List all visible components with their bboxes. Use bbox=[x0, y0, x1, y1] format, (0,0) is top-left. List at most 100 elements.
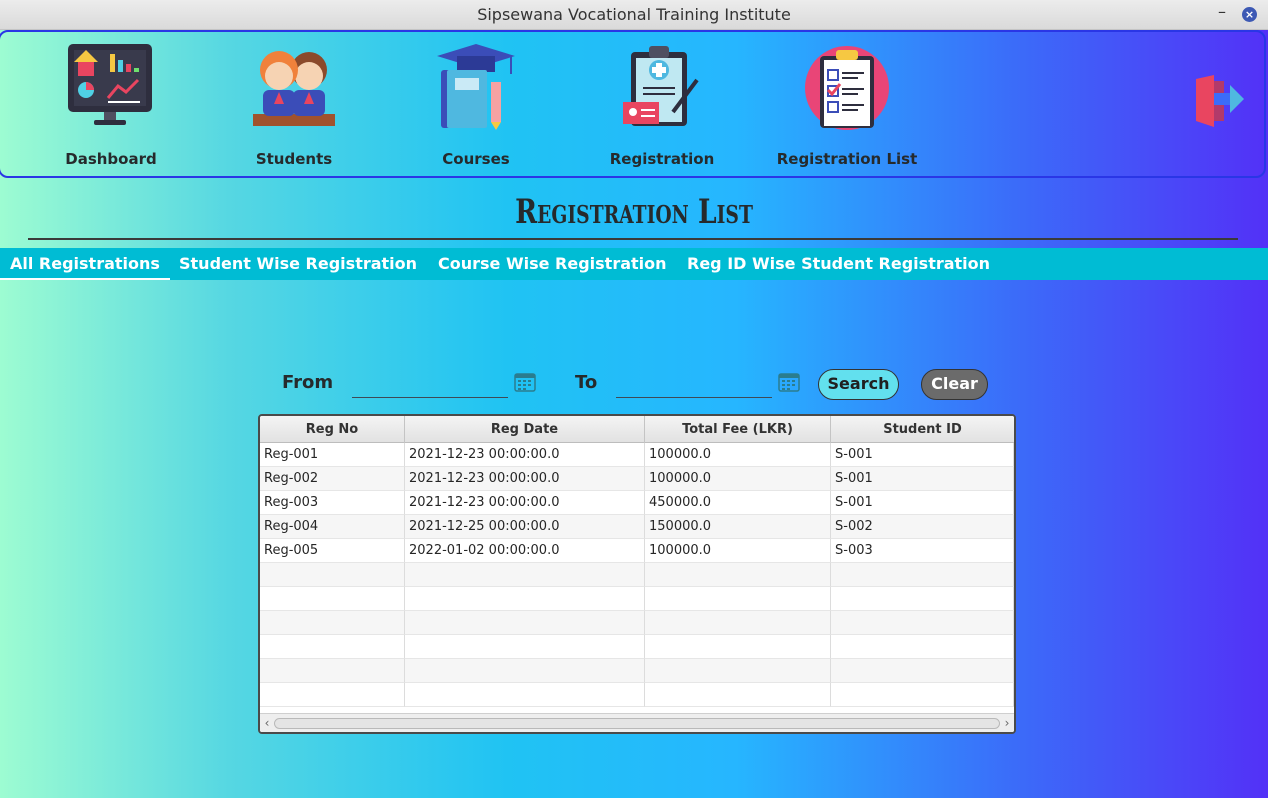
table-cell[interactable] bbox=[260, 635, 405, 659]
table-cell[interactable] bbox=[645, 611, 831, 635]
nav-students[interactable]: Students bbox=[214, 42, 374, 168]
registrations-table: Reg No Reg Date Total Fee (LKR) Student … bbox=[258, 414, 1016, 734]
to-label: To bbox=[575, 372, 598, 393]
table-cell[interactable]: 150000.0 bbox=[645, 515, 831, 539]
logout-door-icon[interactable] bbox=[1190, 75, 1246, 127]
title-bar: Sipsewana Vocational Training Institute … bbox=[0, 0, 1268, 30]
column-header-student-id[interactable]: Student ID bbox=[831, 416, 1014, 443]
table-cell[interactable]: 2021-12-23 00:00:00.0 bbox=[405, 467, 645, 491]
table-cell[interactable] bbox=[405, 587, 645, 611]
table-cell[interactable]: S-001 bbox=[831, 443, 1014, 467]
table-row[interactable] bbox=[260, 611, 1014, 635]
table-cell[interactable] bbox=[260, 659, 405, 683]
from-date-input[interactable] bbox=[352, 370, 508, 398]
minimize-button[interactable]: – bbox=[1215, 2, 1229, 21]
nav-registration[interactable]: Registration bbox=[582, 42, 742, 168]
table-cell[interactable] bbox=[831, 683, 1014, 707]
table-cell[interactable] bbox=[405, 683, 645, 707]
nav-students-label: Students bbox=[255, 150, 333, 168]
table-cell[interactable]: Reg-001 bbox=[260, 443, 405, 467]
scrollbar-thumb[interactable] bbox=[274, 718, 1000, 729]
table-cell[interactable]: S-001 bbox=[831, 467, 1014, 491]
table-cell[interactable] bbox=[831, 659, 1014, 683]
column-header-total-fee[interactable]: Total Fee (LKR) bbox=[645, 416, 831, 443]
table-cell[interactable]: 2021-12-23 00:00:00.0 bbox=[405, 443, 645, 467]
table-cell[interactable] bbox=[260, 563, 405, 587]
table-cell[interactable]: Reg-004 bbox=[260, 515, 405, 539]
tab-all-registrations[interactable]: All Registrations bbox=[0, 248, 170, 280]
table-cell[interactable] bbox=[405, 659, 645, 683]
table-cell[interactable]: 2021-12-25 00:00:00.0 bbox=[405, 515, 645, 539]
close-button[interactable]: × bbox=[1242, 7, 1257, 22]
table-body: Reg-001 2021-12-23 00:00:00.0 100000.0 S-00… bbox=[260, 443, 1014, 713]
table-cell[interactable] bbox=[405, 611, 645, 635]
tab-course-wise-registration[interactable]: Course Wise Registration bbox=[428, 248, 677, 280]
table-cell[interactable] bbox=[645, 659, 831, 683]
table-row[interactable] bbox=[260, 659, 1014, 683]
table-cell[interactable] bbox=[260, 587, 405, 611]
column-header-reg-date[interactable]: Reg Date bbox=[405, 416, 645, 443]
table-cell[interactable]: S-001 bbox=[831, 491, 1014, 515]
table-cell[interactable] bbox=[260, 683, 405, 707]
table-row[interactable]: Reg-003 2021-12-23 00:00:00.0 450000.0 S-00… bbox=[260, 491, 1014, 515]
calendar-icon[interactable] bbox=[514, 372, 536, 392]
window-title: Sipsewana Vocational Training Institute bbox=[477, 5, 791, 24]
nav-registration-list[interactable]: Registration List bbox=[767, 42, 927, 168]
table-cell[interactable]: S-002 bbox=[831, 515, 1014, 539]
nav-panel: Dashboard Students Courses Registration … bbox=[0, 30, 1266, 178]
table-cell[interactable]: 450000.0 bbox=[645, 491, 831, 515]
table-cell[interactable]: 100000.0 bbox=[645, 467, 831, 491]
column-header-reg-no[interactable]: Reg No bbox=[260, 416, 405, 443]
table-cell[interactable]: 2021-12-23 00:00:00.0 bbox=[405, 491, 645, 515]
scroll-left-arrow-icon[interactable]: ‹ bbox=[260, 715, 274, 731]
table-cell[interactable] bbox=[645, 635, 831, 659]
nav-dashboard[interactable]: Dashboard bbox=[31, 42, 191, 168]
table-row[interactable]: Reg-005 2022-01-02 00:00:00.0 100000.0 S-00… bbox=[260, 539, 1014, 563]
table-row[interactable]: Reg-002 2021-12-23 00:00:00.0 100000.0 S-00… bbox=[260, 467, 1014, 491]
search-button[interactable]: Search bbox=[818, 369, 899, 400]
calendar-icon[interactable] bbox=[778, 372, 800, 392]
dashboard-monitor-icon bbox=[68, 44, 152, 125]
clear-button[interactable]: Clear bbox=[921, 369, 988, 400]
table-cell[interactable] bbox=[260, 611, 405, 635]
table-row[interactable] bbox=[260, 683, 1014, 707]
table-cell[interactable] bbox=[645, 587, 831, 611]
table-cell[interactable] bbox=[831, 611, 1014, 635]
page-title: Registration List bbox=[515, 192, 753, 232]
table-row[interactable]: Reg-004 2021-12-25 00:00:00.0 150000.0 S-00… bbox=[260, 515, 1014, 539]
nav-courses-label: Courses bbox=[442, 150, 510, 168]
table-cell[interactable] bbox=[645, 563, 831, 587]
table-cell[interactable] bbox=[645, 683, 831, 707]
registration-clipboard-icon bbox=[623, 46, 699, 126]
table-cell[interactable] bbox=[831, 587, 1014, 611]
table-cell[interactable]: Reg-002 bbox=[260, 467, 405, 491]
registration-list-icon bbox=[805, 46, 889, 130]
nav-courses[interactable]: Courses bbox=[396, 42, 556, 168]
tab-student-wise-registration[interactable]: Student Wise Registration bbox=[169, 248, 427, 280]
table-cell[interactable]: S-003 bbox=[831, 539, 1014, 563]
tab-reg-id-wise-student-registration[interactable]: Reg ID Wise Student Registration bbox=[677, 248, 1000, 280]
table-cell[interactable] bbox=[405, 635, 645, 659]
table-cell[interactable] bbox=[831, 635, 1014, 659]
table-cell[interactable]: 100000.0 bbox=[645, 443, 831, 467]
courses-book-icon bbox=[437, 44, 515, 130]
students-icon bbox=[253, 51, 335, 126]
table-row[interactable]: Reg-001 2021-12-23 00:00:00.0 100000.0 S-00… bbox=[260, 443, 1014, 467]
table-cell[interactable]: Reg-003 bbox=[260, 491, 405, 515]
nav-registration-label: Registration bbox=[609, 150, 715, 168]
nav-dashboard-label: Dashboard bbox=[65, 150, 157, 168]
tab-bar: All Registrations Student Wise Registrat… bbox=[0, 248, 1268, 280]
table-cell[interactable]: 100000.0 bbox=[645, 539, 831, 563]
table-cell[interactable] bbox=[405, 563, 645, 587]
from-label: From bbox=[282, 372, 334, 393]
table-cell[interactable]: 2022-01-02 00:00:00.0 bbox=[405, 539, 645, 563]
title-divider bbox=[28, 238, 1238, 240]
table-row[interactable] bbox=[260, 635, 1014, 659]
table-row[interactable] bbox=[260, 587, 1014, 611]
scroll-right-arrow-icon[interactable]: › bbox=[1000, 715, 1014, 731]
table-row[interactable] bbox=[260, 563, 1014, 587]
to-date-input[interactable] bbox=[616, 370, 772, 398]
table-cell[interactable] bbox=[831, 563, 1014, 587]
horizontal-scrollbar[interactable]: ‹ › bbox=[260, 713, 1014, 732]
table-cell[interactable]: Reg-005 bbox=[260, 539, 405, 563]
